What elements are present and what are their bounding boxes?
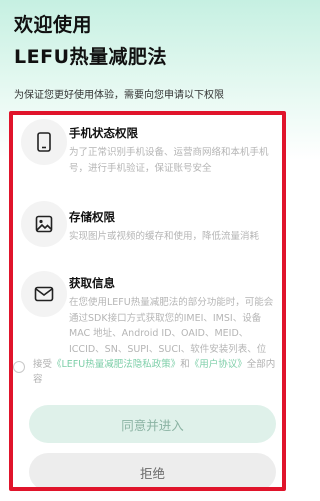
agreement-text: 接受《LEFU热量减肥法隐私政策》和《用户协议》全部内容 bbox=[33, 357, 281, 387]
phone-icon bbox=[21, 119, 67, 165]
agree-and-enter-button[interactable]: 同意并进入 bbox=[29, 405, 276, 443]
privacy-policy-link[interactable]: 《LEFU热量减肥法隐私政策》 bbox=[52, 359, 180, 370]
permission-title: 获取信息 bbox=[69, 276, 115, 290]
agreement-and: 和 bbox=[180, 359, 190, 370]
permission-desc: 为了正常识别手机设备、运营商网络和本机手机号，进行手机验证，保证账号安全 bbox=[69, 147, 269, 174]
permission-title: 存储权限 bbox=[69, 210, 115, 224]
permission-title: 手机状态权限 bbox=[69, 126, 138, 140]
agree-checkbox[interactable] bbox=[13, 361, 25, 373]
title-line-2: LEFU热量减肥法 bbox=[14, 46, 167, 68]
subtitle: 为保证您更好使用体验，需要向您申请以下权限 bbox=[14, 90, 224, 101]
user-agreement-link[interactable]: 《用户协议》 bbox=[190, 359, 247, 370]
image-icon bbox=[21, 201, 67, 247]
mail-icon bbox=[21, 271, 67, 317]
agreement-row: 接受《LEFU热量减肥法隐私政策》和《用户协议》全部内容 bbox=[13, 357, 282, 391]
permission-desc: 在您使用LEFU热量减肥法的部分功能时，可能会通过SDK接口方式获取您的IMEI… bbox=[69, 297, 274, 353]
reject-button[interactable]: 拒绝 bbox=[29, 453, 276, 487]
title-line-1: 欢迎使用 bbox=[14, 14, 93, 36]
permission-panel: 手机状态权限 为了正常识别手机设备、运营商网络和本机手机号，进行手机验证，保证账… bbox=[9, 111, 286, 491]
agreement-prefix: 接受 bbox=[33, 359, 53, 370]
permission-desc: 实现图片或视频的缓存和使用，降低流量消耗 bbox=[69, 231, 260, 242]
